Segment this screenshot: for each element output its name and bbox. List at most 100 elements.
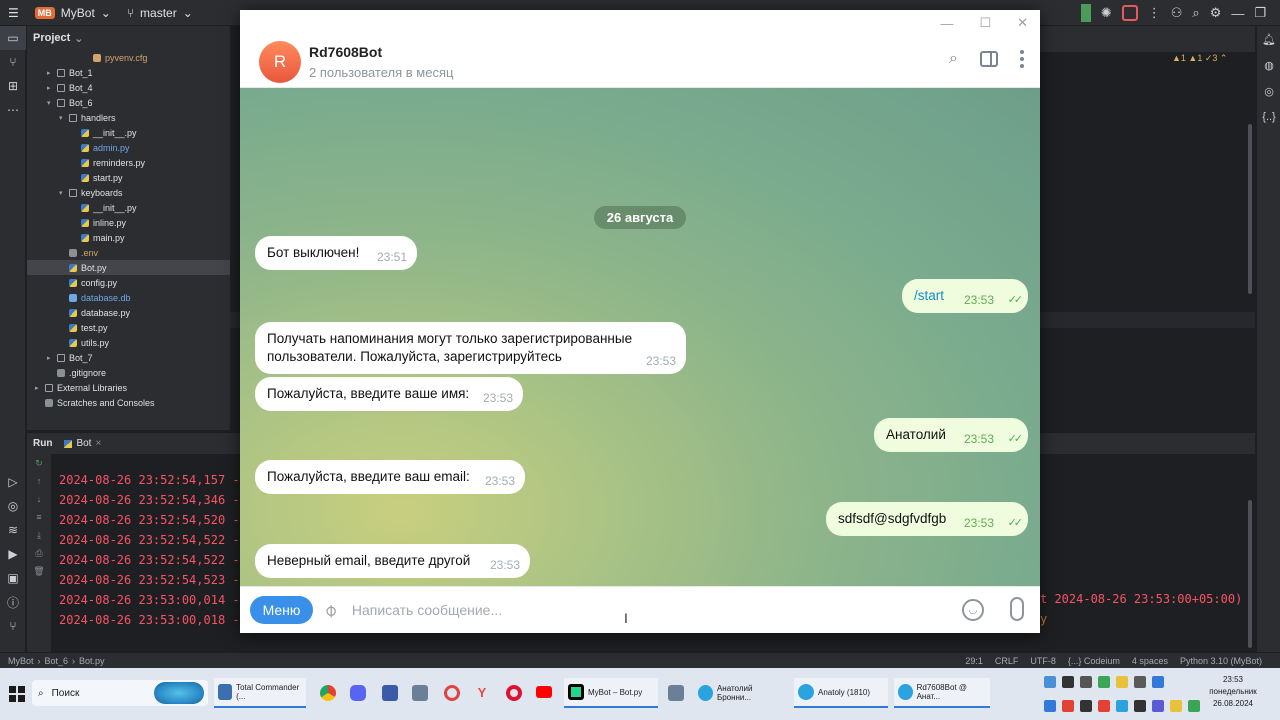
status-widget[interactable]: 4 spaces <box>1132 656 1168 666</box>
tree-item[interactable]: database.db <box>27 290 230 305</box>
python-packages-icon[interactable]: ◎ <box>0 494 26 518</box>
yandex-browser-icon[interactable]: Y <box>474 685 490 701</box>
tray-icon[interactable] <box>1134 700 1146 712</box>
tree-item[interactable]: admin.py <box>27 140 230 155</box>
copilot-icon[interactable]: ◎ <box>1257 78 1280 104</box>
breadcrumb-item[interactable]: Bot.py <box>79 656 105 666</box>
problems-icon[interactable]: ⓘ <box>0 590 26 614</box>
emoji-icon[interactable]: ◡ <box>962 599 984 621</box>
up-icon[interactable]: ↑ <box>27 472 51 490</box>
tray-icon[interactable] <box>1152 700 1164 712</box>
tree-item[interactable]: database.py <box>27 305 230 320</box>
status-widget[interactable]: 29:1 <box>965 656 983 666</box>
git-icon[interactable]: ⑂ <box>0 614 26 638</box>
message-outgoing[interactable]: Анатолий 23:53 ✓✓ <box>874 418 1028 452</box>
chrome-icon[interactable] <box>320 685 336 701</box>
tree-item[interactable]: main.py <box>27 230 230 245</box>
taskbar-app-total-commander[interactable]: Total Commander (... <box>214 678 306 708</box>
message-input[interactable]: Написать сообщение... <box>352 602 502 618</box>
tree-item[interactable]: ▸ Bot_7 <box>27 350 230 365</box>
trash-icon[interactable]: 🗑︎ <box>27 562 51 580</box>
minimize-icon[interactable]: — <box>1231 6 1244 21</box>
codeium-icon[interactable]: ◍ <box>1257 52 1280 78</box>
console-scrollbar[interactable] <box>1248 500 1252 648</box>
status-widget[interactable]: UTF-8 <box>1030 656 1056 666</box>
tree-item[interactable]: config.py <box>27 275 230 290</box>
tree-item[interactable]: ▾ keyboards <box>27 185 230 200</box>
tray-icon[interactable] <box>1080 700 1092 712</box>
chevron-right-icon[interactable]: ▸ <box>47 69 57 77</box>
avatar[interactable]: R <box>259 40 301 83</box>
tree-item[interactable]: utils.py <box>27 335 230 350</box>
run-tab-bot[interactable]: Bot × <box>58 438 107 449</box>
tray-icon[interactable] <box>1152 676 1164 688</box>
notifications-icon[interactable]: 🔔︎ <box>1257 26 1280 52</box>
search-icon[interactable]: ⌕ <box>949 50 958 68</box>
bot-menu-button[interactable]: Меню <box>250 596 313 624</box>
tree-item[interactable]: Bot.py <box>27 260 230 275</box>
structure-icon[interactable]: ⊞ <box>0 74 26 98</box>
run-tool-icon[interactable]: ▷ <box>0 470 26 494</box>
status-widget[interactable]: {...} Codeium <box>1068 656 1120 666</box>
main-menu-button[interactable]: ☰ <box>0 6 27 20</box>
chevron-down-icon[interactable]: ▾ <box>47 99 57 107</box>
windows-start-icon[interactable] <box>9 686 25 702</box>
camera-icon[interactable] <box>668 685 684 701</box>
chat-history[interactable]: 26 августа Бот выключен! 23:51 /start 23… <box>240 88 1040 586</box>
tree-item[interactable]: ▾ handlers <box>27 110 230 125</box>
tray-icon[interactable] <box>1044 676 1056 688</box>
chevron-right-icon[interactable]: ▸ <box>47 354 57 362</box>
layers-icon[interactable]: ≋ <box>0 518 26 542</box>
breadcrumb-item[interactable]: MyBot <box>8 656 34 666</box>
services-icon[interactable]: ▶ <box>0 542 26 566</box>
tray-icon[interactable] <box>1116 700 1128 712</box>
more-icon[interactable]: ⋯ <box>0 98 26 122</box>
chat-info[interactable]: Rd7608Bot 2 пользователя в месяц <box>309 44 453 80</box>
opera-icon[interactable] <box>506 685 522 701</box>
project-switcher[interactable]: MB MyBot ⌄ <box>27 6 119 20</box>
terminal-icon[interactable]: ▣ <box>0 566 26 590</box>
tree-item[interactable]: inline.py <box>27 215 230 230</box>
tree-item[interactable]: ▾ Bot_6 <box>27 95 230 110</box>
tree-item[interactable]: __init__.py <box>27 125 230 140</box>
chevron-right-icon[interactable]: ▸ <box>47 84 57 92</box>
message-outgoing[interactable]: sdfsdf@sdgfvdfgb 23:53 ✓✓ <box>826 502 1028 536</box>
calculator-icon[interactable] <box>412 685 428 701</box>
tray-icon[interactable] <box>1062 676 1074 688</box>
restore-icon[interactable]: ❐ <box>1254 5 1266 21</box>
chevron-down-icon[interactable]: ▾ <box>59 189 69 197</box>
editor-scrollbar[interactable] <box>1248 124 1252 294</box>
microphone-icon[interactable] <box>1010 597 1024 621</box>
tree-item[interactable]: .env <box>27 245 230 260</box>
status-widget[interactable]: Python 3.10 (MyBot) <box>1180 656 1262 666</box>
tree-item[interactable]: ▸ Bot_1 <box>27 65 230 80</box>
more-actions-icon[interactable]: ⋮ <box>1148 5 1161 21</box>
editor-area[interactable] <box>1040 52 1255 432</box>
taskbar-search[interactable]: ⌕ Поиск <box>32 680 208 706</box>
stop-icon[interactable] <box>1121 5 1138 21</box>
rerun-icon[interactable]: ↻ <box>27 454 51 472</box>
project-panel-header[interactable]: Project ⌄ <box>27 26 230 50</box>
tree-item[interactable]: pyvenv.cfg <box>27 50 230 65</box>
json-icon[interactable]: {..} <box>1257 104 1280 130</box>
tray-icon[interactable] <box>1116 676 1128 688</box>
tray-icon[interactable] <box>1134 676 1146 688</box>
branch-switcher[interactable]: ⑂ master ⌄ <box>119 6 201 20</box>
tray-icon[interactable] <box>1098 700 1110 712</box>
tree-item[interactable]: ▸ Bot_4 <box>27 80 230 95</box>
print-icon[interactable]: ⎙ <box>27 544 51 562</box>
inspection-widget[interactable]: ▲1 ▲1 ✓3 ⌃ <box>1172 53 1227 64</box>
tree-item[interactable]: reminders.py <box>27 155 230 170</box>
tray-icon[interactable] <box>1080 676 1092 688</box>
close-icon[interactable]: ✕ <box>1017 15 1028 31</box>
more-menu-icon[interactable] <box>1020 50 1024 68</box>
tree-item[interactable]: test.py <box>27 320 230 335</box>
tray-icon[interactable] <box>1062 700 1074 712</box>
taskbar-clock[interactable]: 23:53 понедельник 26.08.2024 <box>1198 674 1268 710</box>
scroll-end-icon[interactable]: ⤓ <box>27 526 51 544</box>
paperclip-icon[interactable]: ⌀ <box>319 599 342 622</box>
sidebar-toggle-icon[interactable] <box>980 51 998 67</box>
message-incoming[interactable]: Получать напоминания могут только зареги… <box>255 322 686 374</box>
tray-icon[interactable] <box>1098 676 1110 688</box>
taskbar-app-pycharm[interactable]: MyBot – Bot.py <box>564 678 658 708</box>
